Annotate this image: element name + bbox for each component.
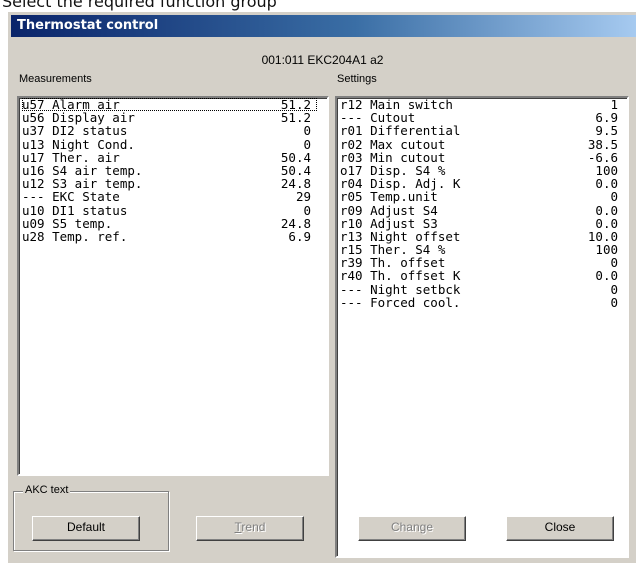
setting-row-label: --- Forced cool. (340, 294, 461, 310)
setting-row-value: 9.5 (595, 123, 618, 139)
settings-list[interactable]: r12 Main switch 1 --- Cutout 6.9 r01 Differe… (335, 96, 629, 558)
measurement-row-label: u09 S5 temp. (22, 215, 113, 231)
measurement-row-label: u13 Night Cond. (22, 136, 135, 152)
measurement-row[interactable]: u37 DI2 status 0 (19, 124, 327, 137)
setting-row[interactable]: r01 Differential 9.5 (337, 124, 627, 137)
measurement-row-label: --- EKC State (22, 189, 120, 205)
setting-row[interactable]: r02 Max cutout 38.5 (337, 136, 627, 152)
setting-row-label: r10 Adjust S3 (340, 215, 438, 231)
setting-row-value: 0 (610, 281, 618, 297)
measurement-row-value: 6.9 (288, 228, 311, 244)
measurement-row-label: u28 Temp. ref. (22, 228, 128, 244)
setting-row-value: 0.0 (595, 202, 618, 218)
setting-row[interactable]: r05 Temp.unit 0 (337, 190, 627, 203)
trend-label-rest: rend (241, 520, 266, 534)
change-button[interactable]: Change (358, 516, 466, 541)
measurement-row-value: 24.8 (280, 215, 311, 231)
measurement-row[interactable]: u09 S5 temp. 24.8 (19, 215, 327, 231)
setting-row-label: r40 Th. offset K (340, 268, 461, 284)
measurement-row-value: 0 (303, 136, 311, 152)
measurement-row-value: 0 (303, 202, 311, 218)
setting-row[interactable]: r03 Min cutout -6.6 (337, 151, 627, 164)
setting-row-label: r09 Adjust S4 (340, 202, 438, 218)
device-id: 001:011 EKC204A1 a2 (261, 53, 384, 67)
setting-row-label: r05 Temp.unit (340, 189, 438, 205)
measurement-row[interactable]: u17 Ther. air 50.4 (19, 151, 327, 164)
setting-row[interactable]: --- Forced cool. 0 (337, 296, 627, 309)
window-title: Thermostat control (11, 15, 636, 37)
measurement-row-value: 50.4 (280, 149, 311, 165)
measurement-row-label: u37 DI2 status (22, 123, 128, 139)
setting-row-value: -6.6 (587, 149, 618, 165)
setting-row-label: r02 Max cutout (340, 136, 446, 152)
page-caption: Select the required function group (2, 0, 277, 11)
thermostat-control-window: Thermostat control 001:011 EKC204A1 a2 M… (8, 12, 636, 563)
settings-label: Settings (337, 73, 377, 85)
setting-row[interactable]: r40 Th. offset K 0.0 (337, 269, 627, 282)
measurement-row-label: u10 DI1 status (22, 202, 128, 218)
measurement-row-value: 29 (295, 189, 311, 205)
setting-row-value: 0.0 (595, 268, 618, 284)
setting-row[interactable]: --- Night setbck 0 (337, 281, 627, 297)
trend-button[interactable]: Trend (196, 516, 304, 541)
measurement-row[interactable]: u13 Night Cond. 0 (19, 136, 327, 152)
akc-text-label: AKC text (23, 484, 71, 496)
setting-row-value: 0.0 (595, 215, 618, 231)
setting-row-label: r01 Differential (340, 123, 461, 139)
measurements-list[interactable]: u57 Alarm air 51.2 u56 Display air 51.2 u37 … (17, 96, 329, 476)
measurement-row[interactable]: --- EKC State 29 (19, 190, 327, 203)
setting-row[interactable]: r09 Adjust S4 0.0 (337, 202, 627, 218)
setting-row-label: --- Night setbck (340, 281, 461, 297)
setting-row-value: 38.5 (587, 136, 618, 152)
close-button[interactable]: Close (506, 516, 614, 541)
measurement-row[interactable]: u28 Temp. ref. 6.9 (19, 230, 327, 243)
setting-row[interactable]: r10 Adjust S3 0.0 (337, 215, 627, 231)
measurement-row-value: 0 (303, 123, 311, 139)
measurements-label: Measurements (19, 73, 92, 85)
measurement-row-label: u17 Ther. air (22, 149, 120, 165)
setting-row-value: 0 (610, 294, 618, 310)
measurement-row-label: u57 Alarm air (22, 98, 317, 111)
measurement-row[interactable]: u10 DI1 status 0 (19, 202, 327, 218)
setting-row-label: r03 Min cutout (340, 149, 446, 165)
default-button[interactable]: Default (32, 516, 140, 541)
setting-row-value: 0 (610, 189, 618, 205)
